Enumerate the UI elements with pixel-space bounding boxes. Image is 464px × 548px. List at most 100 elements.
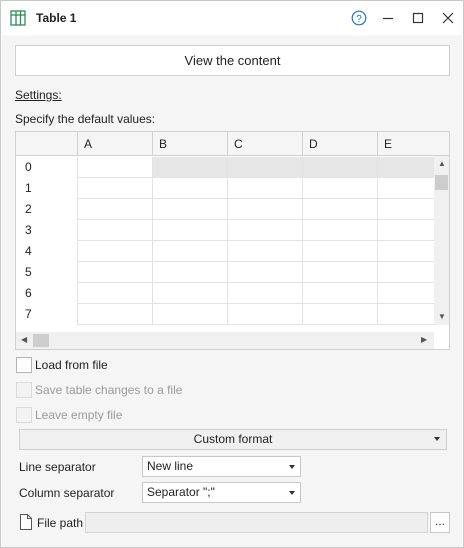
row-header[interactable]: 3 bbox=[16, 220, 77, 241]
svg-text:?: ? bbox=[356, 14, 362, 25]
load-from-file-label[interactable]: Load from file bbox=[35, 358, 108, 372]
file-path-input bbox=[85, 512, 428, 533]
table-row: 7 bbox=[16, 304, 436, 325]
row-header[interactable]: 1 bbox=[16, 178, 77, 199]
grid-cell[interactable] bbox=[227, 304, 302, 325]
column-header-b[interactable]: B bbox=[152, 132, 227, 156]
column-separator-label: Column separator bbox=[19, 486, 115, 500]
grid-cell[interactable] bbox=[77, 157, 152, 178]
column-header-d[interactable]: D bbox=[302, 132, 377, 156]
grid-header: A B C D E bbox=[16, 132, 449, 156]
table-row: 3 bbox=[16, 220, 436, 241]
grid-cell[interactable] bbox=[302, 199, 377, 220]
settings-label: Settings: bbox=[15, 88, 62, 102]
grid-cell[interactable] bbox=[377, 199, 434, 220]
column-header-c[interactable]: C bbox=[227, 132, 302, 156]
load-from-file-option[interactable]: Load from file bbox=[16, 356, 108, 374]
grid-cell[interactable] bbox=[302, 304, 377, 325]
table-row: 0 bbox=[16, 157, 436, 178]
table-row: 4 bbox=[16, 241, 436, 262]
grid-cell[interactable] bbox=[377, 304, 434, 325]
grid-cell[interactable] bbox=[227, 241, 302, 262]
scroll-right-icon[interactable]: ▶ bbox=[421, 336, 427, 344]
grid-cell[interactable] bbox=[152, 304, 227, 325]
column-separator-value: Separator ";" bbox=[147, 485, 215, 499]
chevron-down-icon bbox=[434, 437, 440, 441]
grid-cell[interactable] bbox=[302, 157, 377, 178]
minimize-icon[interactable] bbox=[378, 8, 398, 28]
save-changes-checkbox bbox=[16, 382, 32, 398]
grid-cell[interactable] bbox=[77, 220, 152, 241]
load-from-file-checkbox[interactable] bbox=[16, 357, 32, 373]
grid-cell[interactable] bbox=[152, 199, 227, 220]
title-bar: Table 1 ? bbox=[1, 1, 463, 35]
view-content-button[interactable]: View the content bbox=[15, 45, 450, 76]
file-icon bbox=[19, 514, 33, 530]
line-separator-label: Line separator bbox=[19, 460, 96, 474]
grid-cell[interactable] bbox=[302, 220, 377, 241]
default-values-grid[interactable]: A B C D E 0 1 2 3 4 5 6 7 ▲ ▼ ◀ ▶ bbox=[15, 131, 450, 350]
grid-cell[interactable] bbox=[377, 178, 434, 199]
chevron-down-icon bbox=[289, 465, 295, 469]
leave-empty-checkbox bbox=[16, 407, 32, 423]
grid-cell[interactable] bbox=[152, 157, 227, 178]
save-changes-option: Save table changes to a file bbox=[16, 381, 182, 399]
vertical-scrollbar[interactable]: ▲ ▼ bbox=[434, 156, 449, 325]
grid-cell[interactable] bbox=[77, 283, 152, 304]
vertical-scroll-thumb[interactable] bbox=[435, 175, 448, 190]
scroll-up-icon[interactable]: ▲ bbox=[438, 160, 446, 168]
grid-cell[interactable] bbox=[152, 220, 227, 241]
grid-cell[interactable] bbox=[302, 178, 377, 199]
help-icon[interactable]: ? bbox=[349, 8, 369, 28]
grid-cell[interactable] bbox=[152, 283, 227, 304]
row-header[interactable]: 2 bbox=[16, 199, 77, 220]
grid-cell[interactable] bbox=[77, 262, 152, 283]
save-changes-label: Save table changes to a file bbox=[35, 383, 183, 397]
grid-cell[interactable] bbox=[227, 157, 302, 178]
row-header[interactable]: 0 bbox=[16, 157, 77, 178]
grid-cell[interactable] bbox=[302, 262, 377, 283]
grid-cell[interactable] bbox=[377, 241, 434, 262]
row-header[interactable]: 4 bbox=[16, 241, 77, 262]
grid-cell[interactable] bbox=[77, 241, 152, 262]
grid-cell[interactable] bbox=[302, 283, 377, 304]
grid-cell[interactable] bbox=[227, 199, 302, 220]
grid-cell[interactable] bbox=[152, 178, 227, 199]
grid-cell[interactable] bbox=[377, 262, 434, 283]
horizontal-scroll-thumb[interactable] bbox=[33, 334, 49, 347]
custom-format-dropdown[interactable]: Custom format bbox=[19, 429, 447, 450]
dialog-content: View the content Settings: Specify the d… bbox=[2, 35, 462, 547]
column-header-e[interactable]: E bbox=[377, 132, 449, 156]
leave-empty-option: Leave empty file bbox=[16, 406, 122, 424]
grid-cell[interactable] bbox=[77, 304, 152, 325]
grid-cell[interactable] bbox=[227, 283, 302, 304]
grid-cell[interactable] bbox=[152, 241, 227, 262]
horizontal-scrollbar[interactable]: ◀ ▶ bbox=[16, 332, 434, 349]
chevron-down-icon bbox=[289, 491, 295, 495]
custom-format-label: Custom format bbox=[193, 432, 273, 446]
row-header[interactable]: 6 bbox=[16, 283, 77, 304]
grid-cell[interactable] bbox=[377, 157, 434, 178]
grid-cell[interactable] bbox=[77, 178, 152, 199]
scroll-left-icon[interactable]: ◀ bbox=[21, 336, 27, 344]
column-separator-select[interactable]: Separator ";" bbox=[142, 482, 301, 503]
scroll-down-icon[interactable]: ▼ bbox=[438, 313, 446, 321]
grid-cell[interactable] bbox=[227, 262, 302, 283]
grid-cell[interactable] bbox=[377, 283, 434, 304]
line-separator-select[interactable]: New line bbox=[142, 456, 301, 477]
table-settings-window: Table 1 ? View the content Settings: Spe… bbox=[0, 0, 464, 548]
row-header[interactable]: 7 bbox=[16, 304, 77, 325]
grid-cell[interactable] bbox=[377, 220, 434, 241]
browse-button[interactable]: ... bbox=[430, 512, 450, 533]
grid-cell[interactable] bbox=[77, 199, 152, 220]
maximize-icon[interactable] bbox=[408, 8, 428, 28]
grid-cell[interactable] bbox=[227, 220, 302, 241]
table-row: 5 bbox=[16, 262, 436, 283]
table-icon bbox=[10, 10, 26, 26]
grid-cell[interactable] bbox=[152, 262, 227, 283]
grid-cell[interactable] bbox=[302, 241, 377, 262]
column-header-a[interactable]: A bbox=[77, 132, 152, 156]
close-icon[interactable] bbox=[438, 8, 458, 28]
grid-cell[interactable] bbox=[227, 178, 302, 199]
row-header[interactable]: 5 bbox=[16, 262, 77, 283]
